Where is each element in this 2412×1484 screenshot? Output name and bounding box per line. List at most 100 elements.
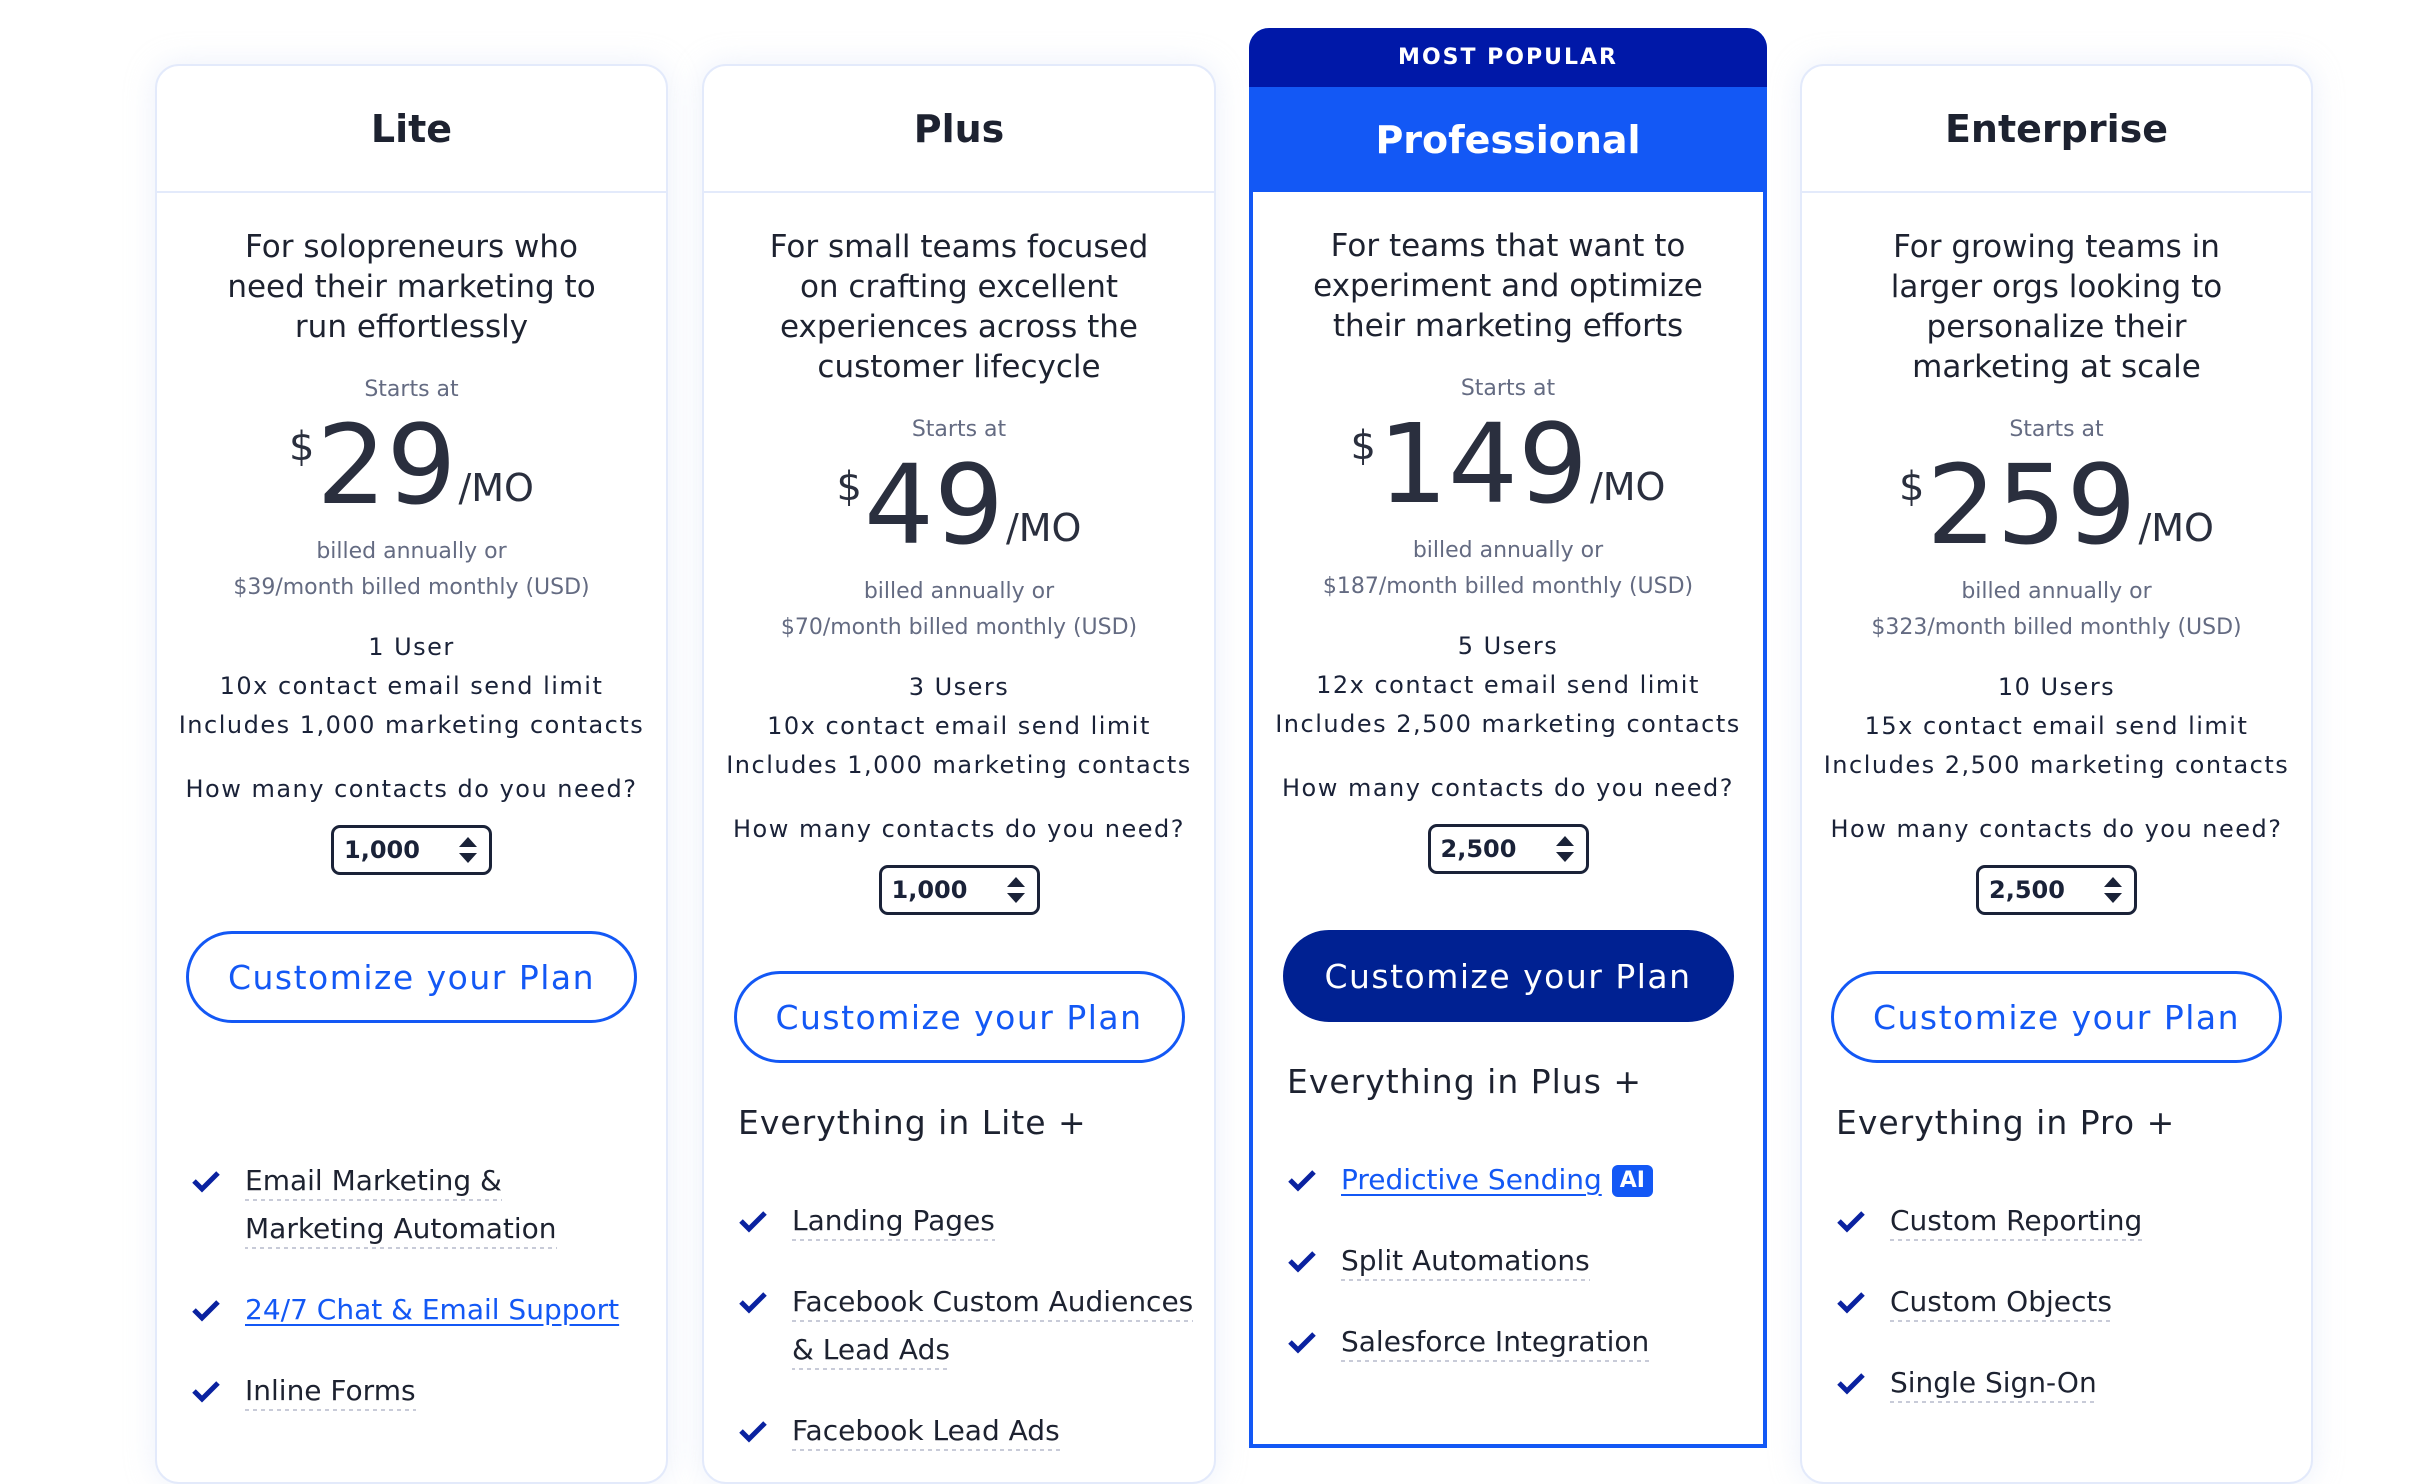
feature-label[interactable]: Email Marketing & Marketing Automation: [245, 1164, 557, 1249]
feature-link[interactable]: 24/7 Chat & Email Support: [245, 1293, 619, 1326]
plan-description: For teams that want to experiment and op…: [1313, 228, 1703, 344]
users-limit: 3 Users: [908, 673, 1010, 701]
plan-card-professional: MOST POPULAR Professional For teams that…: [1249, 28, 1767, 1448]
everything-in-heading: Everything in Pro +: [1836, 1103, 2176, 1142]
billing-note-annual: billed annually or: [863, 579, 1055, 604]
plan-price: $ 259 /MO: [1802, 450, 2311, 560]
customize-plan-button[interactable]: Customize your Plan: [186, 931, 637, 1023]
contacts-stepper[interactable]: 2,500: [1976, 865, 2137, 915]
price-amount: 29: [316, 401, 457, 529]
plan-price: $ 29 /MO: [157, 410, 666, 520]
everything-in-heading: Everything in Lite +: [738, 1103, 1087, 1142]
contacts-stepper[interactable]: 1,000: [331, 825, 492, 875]
send-limit: 15x contact email send limit: [1864, 712, 2249, 740]
price-period: /MO: [1589, 465, 1666, 509]
arrow-down-icon[interactable]: [459, 853, 477, 863]
stepper-arrows-icon[interactable]: [459, 837, 477, 863]
price-amount: 149: [1377, 400, 1588, 528]
plan-limits: 1 User 10x contact email send limit Incl…: [157, 628, 666, 745]
plan-limits: 10 Users 15x contact email send limit In…: [1802, 668, 2311, 785]
feature-list: Email Marketing & Marketing Automation 2…: [157, 1157, 666, 1415]
feature-item: Custom Objects: [1836, 1278, 2291, 1326]
checkmark-icon: [1287, 1237, 1319, 1285]
contacts-stepper[interactable]: 1,000: [878, 865, 1040, 915]
arrow-up-icon[interactable]: [2104, 877, 2122, 887]
stepper-arrows-icon[interactable]: [1006, 877, 1025, 903]
feature-label[interactable]: Inline Forms: [245, 1374, 416, 1411]
customize-plan-button[interactable]: Customize your Plan: [1831, 971, 2282, 1063]
feature-item: Facebook Lead Ads: [738, 1407, 1194, 1455]
everything-in-heading: Everything in Plus +: [1287, 1062, 1643, 1101]
billing-note-annual: billed annually or: [1412, 538, 1604, 563]
feature-label[interactable]: Facebook Custom Audiences & Lead Ads: [792, 1285, 1194, 1370]
feature-label[interactable]: Custom Reporting: [1890, 1204, 2143, 1241]
plan-name: Enterprise: [1944, 106, 2169, 151]
currency-symbol: $: [1899, 464, 1925, 510]
users-limit: 5 Users: [1457, 632, 1559, 660]
customize-plan-button[interactable]: Customize your Plan: [733, 971, 1185, 1063]
customize-plan-button[interactable]: Customize your Plan: [1282, 930, 1734, 1022]
contacts-question: How many contacts do you need?: [1281, 774, 1735, 802]
feature-list: Predictive Sending AI Split Automations S…: [1253, 1156, 1763, 1366]
contacts-stepper[interactable]: 2,500: [1427, 824, 1589, 874]
everything-in-heading: [191, 1063, 666, 1107]
feature-label[interactable]: Single Sign-On: [1890, 1366, 2097, 1403]
plan-name: Lite: [370, 106, 453, 151]
checkmark-icon: [738, 1407, 770, 1455]
feature-link[interactable]: Predictive Sending: [1341, 1163, 1602, 1196]
feature-item: Predictive Sending AI: [1287, 1156, 1743, 1204]
billing-note: billed annually or $323/month billed mon…: [1802, 574, 2311, 646]
contacts-value[interactable]: 1,000: [892, 876, 968, 904]
feature-item: Custom Reporting: [1836, 1197, 2291, 1245]
contacts-value[interactable]: 2,500: [1441, 835, 1517, 863]
feature-label[interactable]: Landing Pages: [792, 1204, 995, 1241]
arrow-up-icon[interactable]: [459, 837, 477, 847]
price-amount: 259: [1926, 441, 2137, 569]
stepper-arrows-icon[interactable]: [1555, 836, 1574, 862]
send-limit: 10x contact email send limit: [219, 672, 604, 700]
plan-header: Lite: [157, 66, 666, 193]
billing-note-monthly: $39/month billed monthly (USD): [233, 575, 590, 600]
contacts-value[interactable]: 1,000: [344, 836, 420, 864]
checkmark-icon: [738, 1197, 770, 1245]
currency-symbol: $: [836, 464, 862, 510]
most-popular-badge: MOST POPULAR: [1249, 28, 1767, 87]
feature-item: 24/7 Chat & Email Support: [191, 1286, 646, 1334]
plan-card-plus: Plus For small teams focused on crafting…: [702, 64, 1216, 1484]
checkmark-icon: [1287, 1318, 1319, 1366]
billing-note-monthly: $70/month billed monthly (USD): [780, 615, 1138, 640]
checkmark-icon: [1836, 1278, 1868, 1326]
feature-item: Facebook Custom Audiences & Lead Ads: [738, 1278, 1194, 1374]
arrow-up-icon[interactable]: [1555, 836, 1574, 846]
contacts-value[interactable]: 2,500: [1989, 876, 2065, 904]
starts-at-label: Starts at: [911, 417, 1007, 442]
arrow-down-icon[interactable]: [1006, 893, 1025, 903]
send-limit: 10x contact email send limit: [767, 712, 1151, 740]
checkmark-icon: [191, 1367, 223, 1415]
feature-list: Custom Reporting Custom Objects Single S…: [1802, 1197, 2311, 1407]
billing-note: billed annually or $70/month billed mont…: [704, 574, 1214, 646]
starts-at-label: Starts at: [364, 377, 459, 402]
arrow-down-icon[interactable]: [1555, 852, 1574, 862]
feature-label[interactable]: Custom Objects: [1890, 1285, 2112, 1322]
arrow-up-icon[interactable]: [1006, 877, 1025, 887]
checkmark-icon: [738, 1278, 770, 1326]
feature-label[interactable]: Split Automations: [1341, 1244, 1590, 1281]
checkmark-icon: [191, 1157, 223, 1205]
billing-note: billed annually or $39/month billed mont…: [157, 534, 666, 606]
price-period: /MO: [2138, 506, 2214, 550]
feature-item: Inline Forms: [191, 1367, 646, 1415]
billing-note-annual: billed annually or: [316, 539, 507, 564]
starts-at-label: Starts at: [2009, 417, 2104, 442]
currency-symbol: $: [289, 424, 315, 470]
billing-note-monthly: $323/month billed monthly (USD): [1871, 615, 2242, 640]
price-amount: 49: [863, 441, 1004, 569]
send-limit: 12x contact email send limit: [1316, 671, 1700, 699]
contacts-included: Includes 1,000 marketing contacts: [178, 711, 645, 739]
checkmark-icon: [1287, 1156, 1319, 1204]
stepper-arrows-icon[interactable]: [2104, 877, 2122, 903]
plan-name: Professional: [1375, 117, 1641, 162]
contacts-question: How many contacts do you need?: [185, 775, 638, 803]
arrow-down-icon[interactable]: [2104, 893, 2122, 903]
feature-label[interactable]: Salesforce Integration: [1341, 1325, 1650, 1362]
